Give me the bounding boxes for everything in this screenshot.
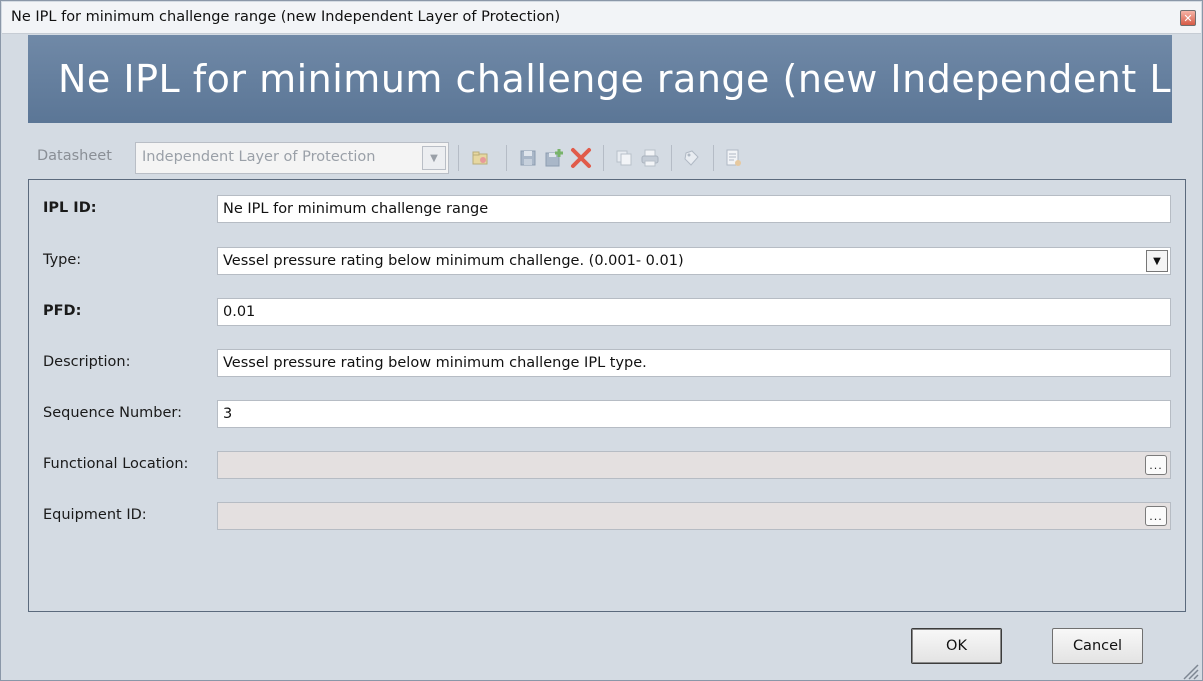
print-icon	[638, 146, 662, 170]
chevron-down-icon[interactable]: ▼	[1146, 250, 1168, 272]
form-row-description: Description: Vessel pressure rating belo…	[29, 349, 1185, 377]
save-new-icon	[542, 146, 566, 170]
cancel-button[interactable]: Cancel	[1052, 628, 1143, 664]
chevron-down-icon: ▼	[422, 146, 446, 170]
ipl-id-input[interactable]: Ne IPL for minimum challenge range	[217, 195, 1171, 223]
functional-location-browse-button[interactable]: ...	[1145, 455, 1167, 475]
form-row-pfd: PFD: 0.01	[29, 298, 1185, 326]
field-label: PFD:	[43, 303, 82, 319]
ok-button[interactable]: OK	[911, 628, 1002, 664]
form-row-sequence-number: Sequence Number: 3	[29, 400, 1185, 428]
form-row-equipment-id: Equipment ID: ...	[29, 502, 1185, 530]
form-row-functional-location: Functional Location: ...	[29, 451, 1185, 479]
title-bar[interactable]: Ne IPL for minimum challenge range (new …	[2, 2, 1201, 34]
form-row-ipl-id: IPL ID: Ne IPL for minimum challenge ran…	[29, 195, 1185, 223]
report-icon	[722, 146, 746, 170]
delete-icon	[569, 146, 593, 170]
field-value: Vessel pressure rating below minimum cha…	[223, 253, 684, 269]
field-value: 0.01	[223, 304, 256, 320]
field-value: 3	[223, 406, 233, 422]
field-value: Vessel pressure rating below minimum cha…	[223, 355, 647, 371]
copy-icon	[612, 146, 636, 170]
save-icon	[516, 146, 540, 170]
dialog-window: Ne IPL for minimum challenge range (new …	[0, 0, 1203, 681]
field-label: Description:	[43, 354, 131, 370]
datasheet-select: Independent Layer of Protection ▼	[135, 142, 449, 174]
equipment-id-input: ...	[217, 502, 1171, 530]
field-label: Sequence Number:	[43, 405, 183, 421]
description-input[interactable]: Vessel pressure rating below minimum cha…	[217, 349, 1171, 377]
datasheet-label: Datasheet	[37, 148, 112, 164]
field-label: IPL ID:	[43, 200, 97, 216]
tag-icon	[680, 146, 704, 170]
toolbar-separator	[603, 145, 604, 171]
field-label: Type:	[43, 252, 82, 268]
sequence-number-input[interactable]: 3	[217, 400, 1171, 428]
field-value: Ne IPL for minimum challenge range	[223, 201, 489, 217]
field-label: Equipment ID:	[43, 507, 147, 523]
type-select[interactable]: Vessel pressure rating below minimum cha…	[217, 247, 1171, 275]
close-icon[interactable]: ✕	[1180, 10, 1196, 26]
toolbar-separator	[671, 145, 672, 171]
toolbar-separator	[506, 145, 507, 171]
resize-grip-icon[interactable]	[1179, 660, 1199, 680]
datasheet-toolbar: Datasheet Independent Layer of Protectio…	[28, 141, 1172, 175]
record-banner: Ne IPL for minimum challenge range (new …	[28, 35, 1172, 123]
window-title: Ne IPL for minimum challenge range (new …	[11, 9, 561, 25]
toolbar-separator	[713, 145, 714, 171]
field-label: Functional Location:	[43, 456, 189, 472]
form-row-type: Type: Vessel pressure rating below minim…	[29, 247, 1185, 275]
pfd-input[interactable]: 0.01	[217, 298, 1171, 326]
toolbar-separator	[458, 145, 459, 171]
equipment-id-browse-button[interactable]: ...	[1145, 506, 1167, 526]
open-icon	[468, 146, 492, 170]
datasheet-form: IPL ID: Ne IPL for minimum challenge ran…	[28, 179, 1186, 612]
functional-location-input: ...	[217, 451, 1171, 479]
datasheet-select-value: Independent Layer of Protection	[142, 149, 376, 165]
